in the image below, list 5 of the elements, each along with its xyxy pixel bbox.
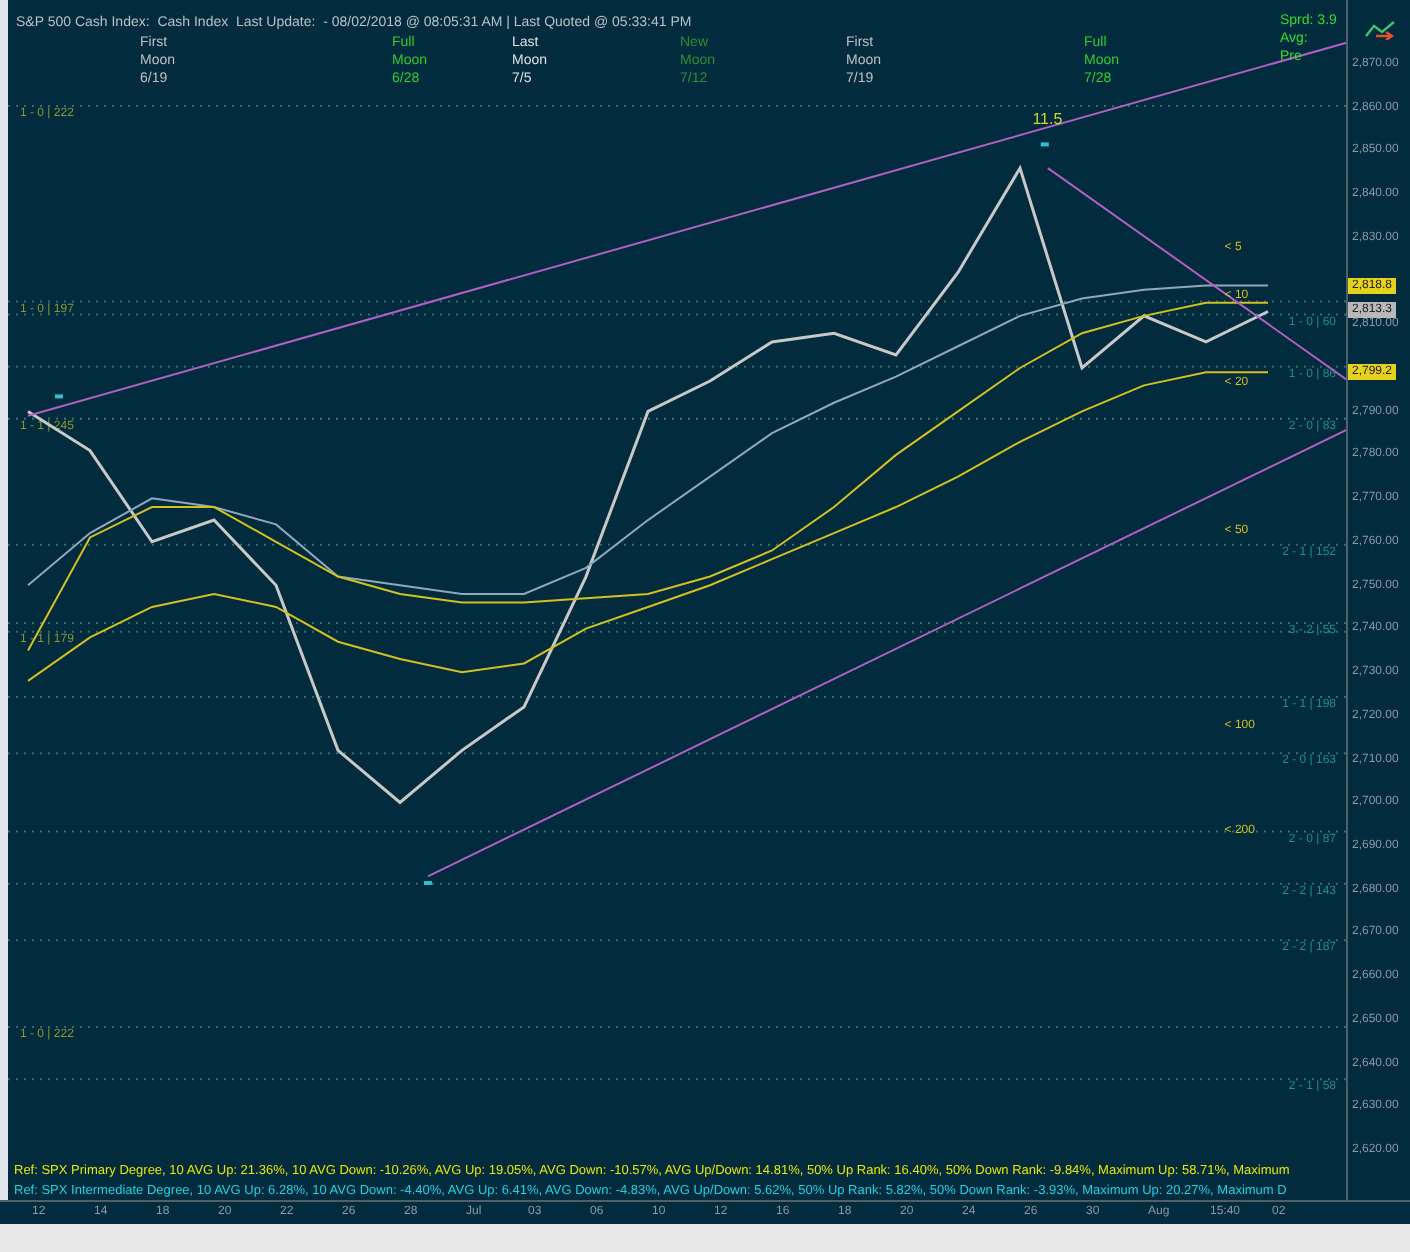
wave-label: 11.5 xyxy=(1032,110,1063,129)
chart-lines-icon xyxy=(1364,20,1396,40)
wave-marker-icon xyxy=(1040,142,1049,147)
wave-marker-icon xyxy=(423,881,432,885)
wave-marker-icon xyxy=(55,394,63,399)
